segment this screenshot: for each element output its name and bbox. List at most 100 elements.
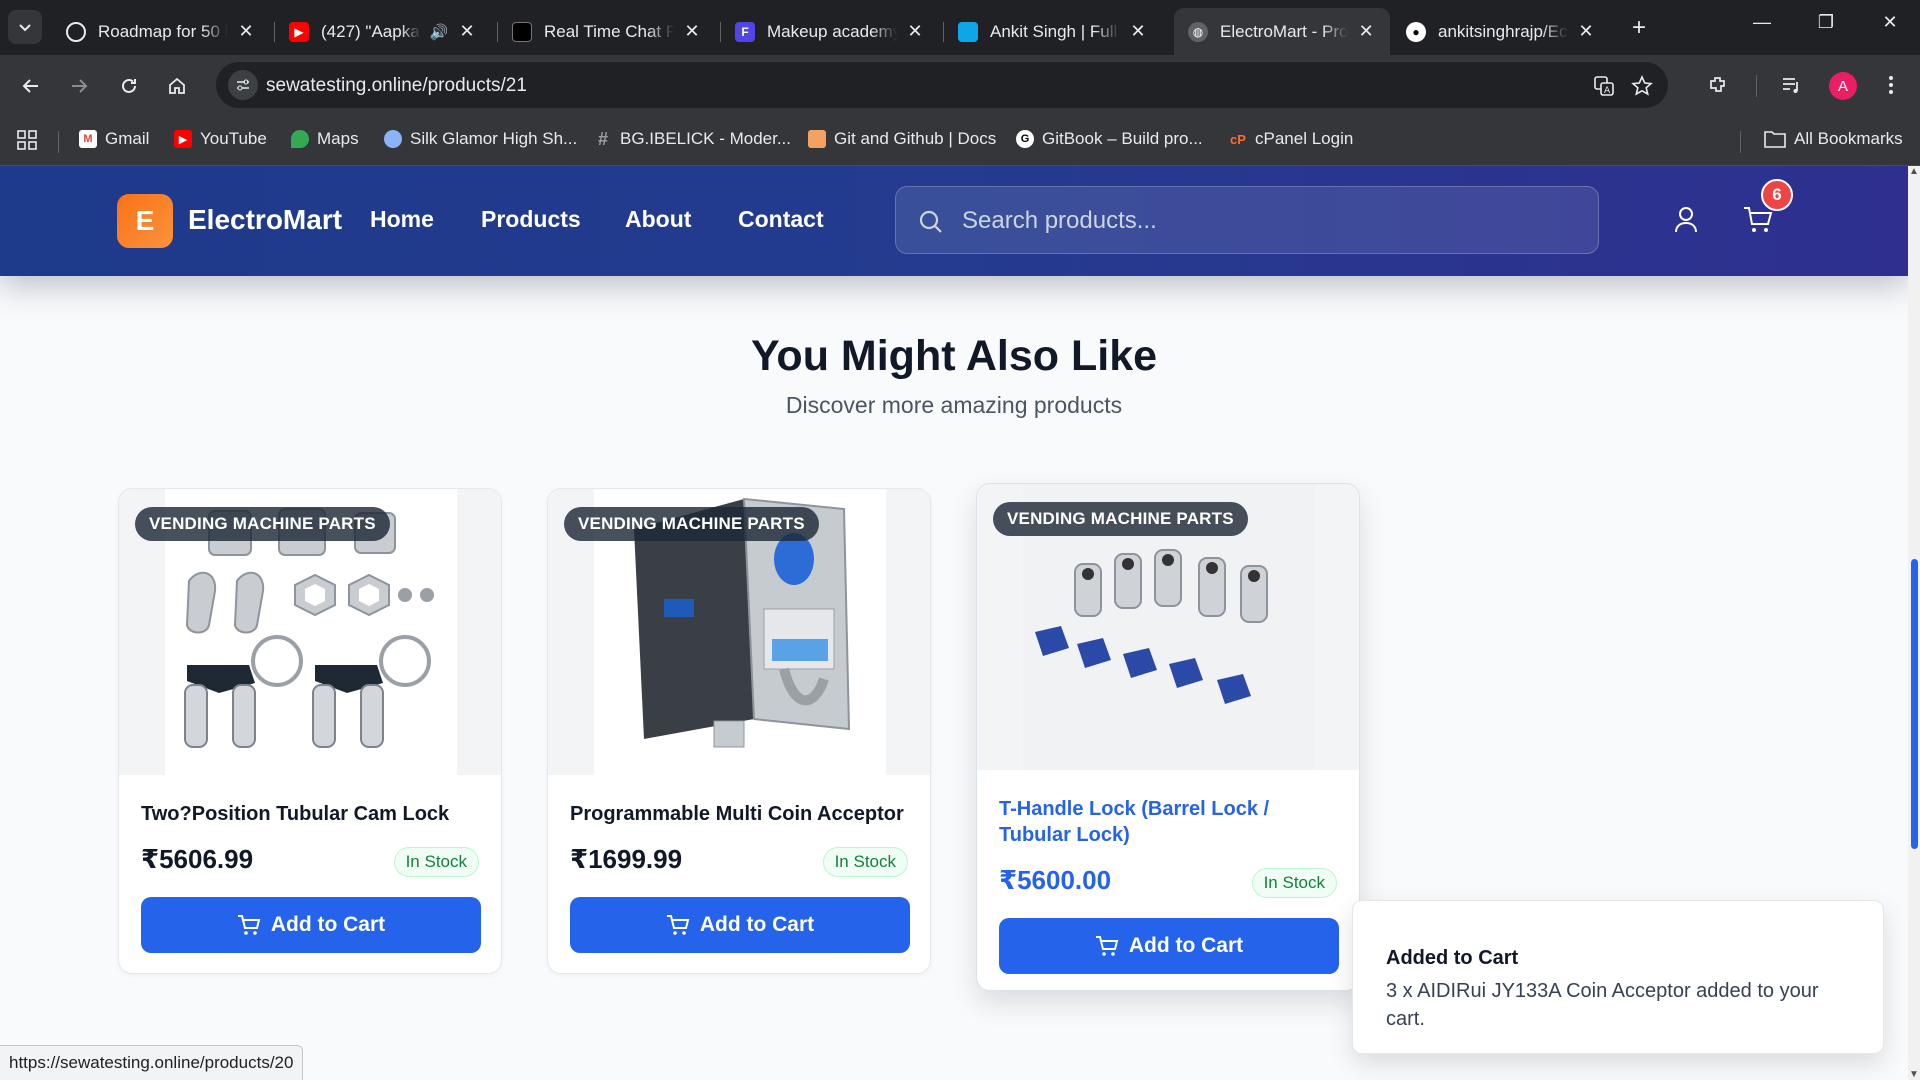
forward-button[interactable]	[62, 69, 96, 103]
link-status-url: https://sewatesting.online/products/20	[0, 1045, 304, 1080]
tab-github[interactable]: ● ankitsinghrajp/Ec ✕	[1392, 8, 1615, 55]
product-image[interactable]: VENDING MACHINE PARTS	[119, 489, 501, 775]
address-bar[interactable]: sewatesting.online/products/21 A	[216, 62, 1668, 108]
scroll-down-arrow[interactable]: ▼	[1909, 1069, 1919, 1080]
bookmark-star-icon[interactable]	[1630, 74, 1654, 98]
cart-icon	[1095, 936, 1119, 956]
add-to-cart-button[interactable]: Add to Cart	[570, 897, 910, 953]
product-name[interactable]: Programmable Multi Coin Acceptor	[570, 801, 910, 827]
back-button[interactable]	[14, 69, 48, 103]
bookmarks-bar: M Gmail ▶ YouTube Maps Silk Glamor High Sh…	[0, 117, 1920, 166]
github-icon: ●	[1406, 21, 1426, 42]
profile-avatar[interactable]: A	[1829, 72, 1857, 100]
page-scrollbar[interactable]: ▲ ▼	[1908, 166, 1920, 1080]
new-tab-button[interactable]: +	[1624, 14, 1654, 42]
product-image[interactable]: VENDING MACHINE PARTS	[548, 489, 930, 775]
close-tab-icon[interactable]: ✕	[1128, 21, 1148, 42]
toast-message: 3 x AIDIRui JY133A Coin Acceptor added t…	[1386, 980, 1819, 1030]
bookmark-maps[interactable]: Maps	[291, 129, 359, 149]
url-text[interactable]: sewatesting.online/products/21	[266, 75, 527, 97]
gitbook-icon: G	[1016, 130, 1034, 148]
site-info-icon[interactable]	[228, 70, 258, 100]
site-header: E ElectroMart Home Products About Contac…	[0, 166, 1908, 276]
site-name[interactable]: ElectroMart	[188, 204, 342, 236]
youtube-icon: ▶	[289, 21, 309, 42]
menu-kebab-icon[interactable]	[1877, 71, 1905, 99]
tab-search-button[interactable]	[8, 10, 42, 44]
added-to-cart-toast[interactable]: Added to Cart 3 x AIDIRui JY133A Coin Ac…	[1352, 900, 1884, 1054]
media-controls-icon[interactable]	[1777, 71, 1805, 99]
close-window-button[interactable]: ✕	[1870, 12, 1910, 33]
tab-portfolio[interactable]: Ankit Singh | Full ✕	[944, 8, 1167, 55]
all-bookmarks-button[interactable]: All Bookmarks	[1764, 129, 1903, 149]
arrow-left-icon	[22, 79, 38, 93]
youtube-icon: ▶	[174, 130, 192, 148]
gmail-icon: M	[79, 130, 97, 148]
tab-electromart[interactable]: ◍ ElectroMart - Pro ✕	[1174, 8, 1390, 55]
minimize-button[interactable]: —	[1742, 12, 1782, 33]
product-price: ₹5600.00	[999, 865, 1112, 895]
nav-products[interactable]: Products	[481, 206, 581, 233]
product-name[interactable]: Two?Position Tubular Cam Lock	[141, 801, 481, 827]
add-to-cart-button[interactable]: Add to Cart	[999, 918, 1339, 974]
reload-icon	[122, 78, 136, 93]
translate-icon[interactable]: A	[1592, 74, 1616, 98]
category-badge: VENDING MACHINE PARTS	[993, 502, 1248, 536]
cart-icon	[237, 915, 261, 935]
stock-badge: In Stock	[393, 847, 479, 877]
forms-icon: F	[735, 21, 755, 42]
site-logo[interactable]: E	[117, 194, 173, 248]
close-tab-icon[interactable]: ✕	[1576, 21, 1596, 42]
scroll-up-arrow[interactable]: ▲	[1909, 166, 1919, 177]
product-price: ₹5606.99	[141, 844, 254, 874]
browser-toolbar: sewatesting.online/products/21 A A	[0, 55, 1920, 117]
bookmark-gitbook[interactable]: G GitBook – Build pro...	[1016, 129, 1203, 149]
arrow-right-icon	[72, 79, 88, 93]
tab-chat[interactable]: Real Time Chat Pl ✕	[498, 8, 721, 55]
restore-button[interactable]: ❐	[1806, 12, 1846, 33]
close-tab-icon[interactable]: ✕	[1356, 21, 1376, 42]
toast-title: Added to Cart	[1386, 947, 1519, 969]
search-input[interactable]	[962, 203, 1562, 239]
product-card[interactable]: VENDING MACHINE PARTS Programmable Multi…	[547, 488, 931, 974]
product-card[interactable]: VENDING MACHINE PARTS Two?Position Tubul…	[118, 488, 502, 974]
tab-roadmap[interactable]: Roadmap for 50 l ✕	[52, 8, 275, 55]
reload-button[interactable]	[112, 69, 146, 103]
hash-icon: #	[597, 128, 608, 149]
product-name[interactable]: T-Handle Lock (Barrel Lock / Tubular Loc…	[999, 796, 1339, 848]
nav-contact[interactable]: Contact	[738, 206, 824, 233]
apps-grid-icon[interactable]	[16, 129, 38, 151]
bookmark-silk[interactable]: Silk Glamor High Sh...	[384, 129, 577, 149]
bookmark-git-docs[interactable]: Git and Github | Docs	[808, 129, 996, 149]
folder-icon	[1764, 131, 1786, 148]
chat-app-icon	[512, 21, 532, 42]
tab-makeup[interactable]: F Makeup academy ✕	[721, 8, 944, 55]
product-image[interactable]: VENDING MACHINE PARTS	[977, 484, 1359, 770]
close-tab-icon[interactable]: ✕	[236, 21, 256, 42]
home-icon	[169, 77, 185, 94]
bookmark-youtube[interactable]: ▶ YouTube	[174, 129, 267, 149]
close-tab-icon[interactable]: ✕	[682, 21, 702, 42]
bookmark-cpanel[interactable]: cP cPanel Login	[1229, 129, 1353, 149]
extensions-icon[interactable]	[1704, 71, 1732, 99]
home-button[interactable]	[160, 69, 194, 103]
close-tab-icon[interactable]: ✕	[905, 21, 925, 42]
nav-about[interactable]: About	[625, 206, 691, 233]
user-account-icon[interactable]	[1673, 206, 1699, 239]
product-card[interactable]: VENDING MACHINE PARTS T-Handle Lock (Bar…	[976, 483, 1360, 991]
category-badge: VENDING MACHINE PARTS	[135, 507, 390, 541]
search-icon	[919, 210, 942, 233]
bookmark-gmail[interactable]: M Gmail	[79, 129, 149, 149]
maps-icon	[291, 130, 309, 148]
tab-youtube[interactable]: ▶ (427) "Aapka 🔊 ✕	[275, 8, 498, 55]
nav-home[interactable]: Home	[370, 206, 434, 233]
cart-icon	[666, 915, 690, 935]
scroll-thumb[interactable]	[1911, 559, 1918, 849]
stock-badge: In Stock	[822, 847, 908, 877]
bookmark-bg-ibelick[interactable]: # BG.IBELICK - Moder...	[594, 129, 791, 149]
close-tab-icon[interactable]: ✕	[457, 21, 477, 42]
globe-icon: ◍	[1188, 21, 1208, 42]
speaker-icon[interactable]: 🔊	[429, 23, 449, 41]
cart-icon[interactable]	[1743, 206, 1773, 239]
add-to-cart-button[interactable]: Add to Cart	[141, 897, 481, 953]
